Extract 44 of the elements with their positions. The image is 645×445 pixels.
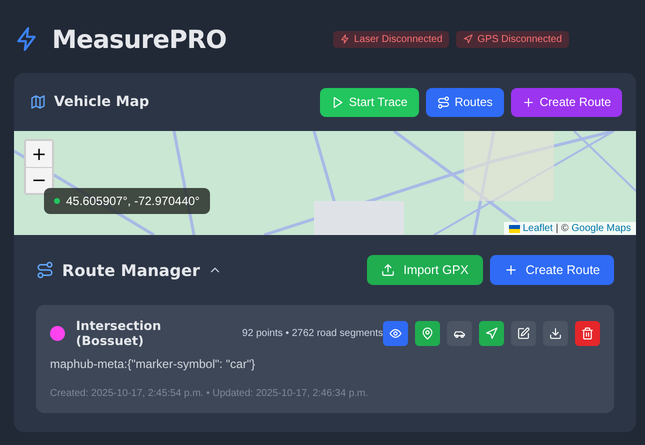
map-icon — [30, 94, 46, 110]
toolbar-button[interactable]: Create Route — [510, 88, 622, 116]
zoom-out-button[interactable]: − — [26, 167, 52, 193]
toolbar-button[interactable]: Import GPX — [367, 255, 483, 285]
route-action-button[interactable] — [511, 320, 536, 346]
status-dot — [54, 198, 60, 204]
upload-icon — [381, 263, 396, 277]
coordinates-text: 45.605907°, -72.970440° — [66, 194, 200, 208]
app-title: MeasurePRO — [52, 24, 226, 54]
route-action-button[interactable] — [415, 320, 440, 346]
attribution-link[interactable]: Leaflet — [522, 223, 553, 234]
route-action-button[interactable] — [575, 320, 600, 346]
trash-icon — [581, 326, 594, 340]
plus-icon — [522, 96, 535, 108]
status-badge: GPS Disconnected — [456, 30, 569, 48]
status-badge: Laser Disconnected — [333, 30, 450, 48]
map-pin-icon — [421, 326, 434, 340]
navigation-icon — [463, 34, 474, 44]
route-timestamps: Created: 2025-10-17, 2:45:54 p.m. • Updated: 2025-10-17, 2:46:34 p.m. — [50, 388, 370, 399]
download-icon — [549, 326, 562, 340]
route-icon — [436, 96, 450, 108]
plus-icon — [504, 263, 518, 277]
navigation-icon — [485, 326, 498, 340]
eye-icon — [389, 326, 402, 340]
route-action-button[interactable] — [447, 320, 472, 346]
route-action-button[interactable] — [479, 320, 504, 346]
attribution-link[interactable]: Google Maps — [572, 223, 631, 234]
route-description: maphub-meta:{"marker-symbol": "car"} — [50, 357, 256, 371]
route-name: Intersection (Bossuet) — [76, 318, 162, 348]
flag-icon — [508, 224, 520, 232]
toolbar-button[interactable]: Routes — [426, 88, 504, 116]
toolbar-button[interactable]: Create Route — [490, 255, 614, 285]
route-icon — [36, 261, 54, 279]
section-title: Vehicle Map — [54, 94, 150, 110]
map-view[interactable]: + − 45.605907°, -72.970440° Leaflet | © Google Maps — [14, 131, 636, 235]
zoom-in-button[interactable]: + — [26, 141, 52, 167]
attribution-separator: | © — [556, 223, 569, 234]
edit-icon — [517, 326, 530, 340]
route-action-button[interactable] — [543, 320, 568, 346]
section-title: Route Manager — [62, 260, 200, 280]
route-stats: 92 points • 2762 road segments — [242, 328, 383, 338]
lightning-icon — [340, 34, 350, 44]
play-icon — [330, 96, 344, 108]
route-action-button[interactable] — [383, 320, 408, 346]
